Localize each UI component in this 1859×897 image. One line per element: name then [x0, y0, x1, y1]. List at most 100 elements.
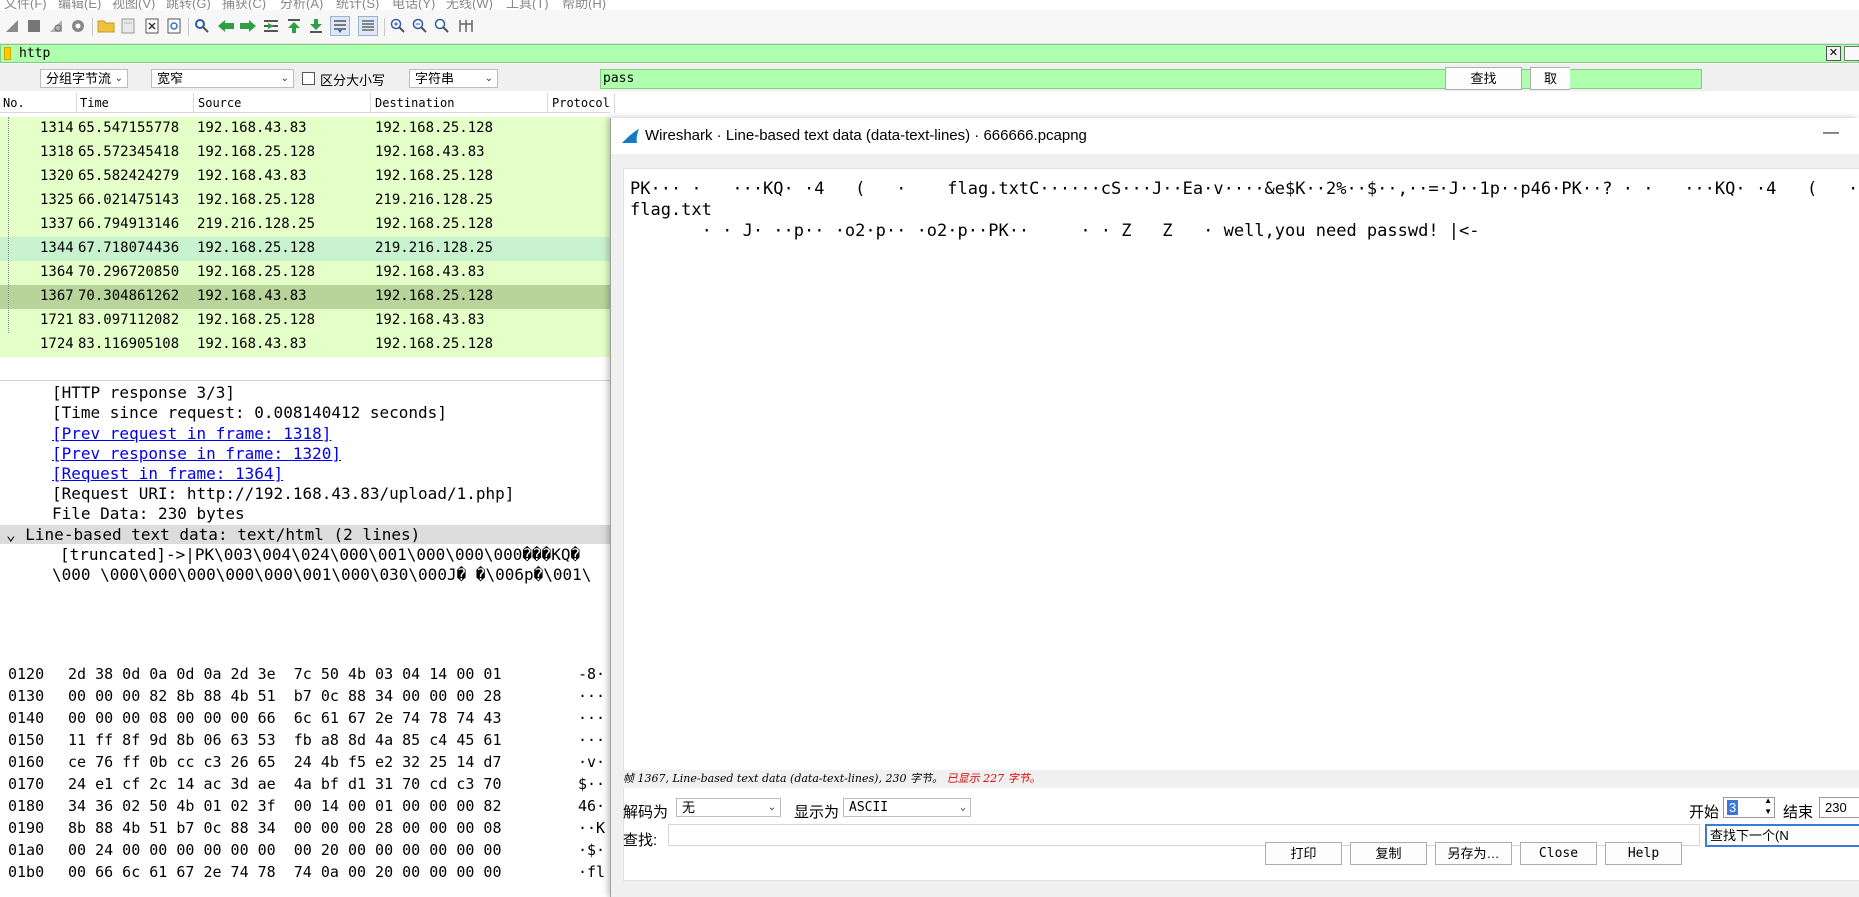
hex-row[interactable]: 01b0 00 66 6c 61 67 2e 74 78 74 0a 00 20 …	[0, 863, 610, 885]
filter-dropdown-icon[interactable]	[1844, 46, 1859, 61]
packet-row[interactable]: 1320 65.582424279 192.168.43.83 192.168.25.…	[0, 165, 610, 189]
detail-request-uri[interactable]: [Request URI: http://192.168.43.83/uploa…	[52, 484, 514, 503]
status-area: 帧 1367, Line-based text data (data-text-…	[623, 770, 1859, 788]
search-type-select[interactable]: 字符串 ⌄	[409, 69, 498, 88]
hex-offset: 01a0	[8, 841, 45, 859]
col-time[interactable]: Time	[80, 96, 109, 110]
menu-analyze[interactable]: 分析(A)	[280, 0, 323, 10]
hex-row[interactable]: 0120 2d 38 0d 0a 0d 0a 2d 3e 7c 50 4b 03 …	[0, 665, 610, 687]
col-source[interactable]: Source	[198, 96, 241, 110]
clear-filter-icon[interactable]: ✕	[1826, 46, 1841, 61]
detail-request-in-frame-link[interactable]: [Request in frame: 1364]	[52, 464, 283, 483]
detail-http-response[interactable]: [HTTP response 3/3]	[52, 383, 235, 402]
hex-row[interactable]: 0160 ce 76 ff 0b cc c3 26 65 24 4b f5 e2 …	[0, 753, 610, 775]
start-spinbox[interactable]: 3 ▲ ▼	[1723, 796, 1775, 818]
case-sensitive-checkbox[interactable]	[302, 72, 315, 85]
packet-row[interactable]: 1724 83.116905108 192.168.43.83 192.168.25.…	[0, 333, 610, 357]
minimize-icon[interactable]: —	[1816, 124, 1846, 142]
packet-row[interactable]: 1344 67.718074436 192.168.25.128 219.216.12…	[0, 237, 610, 261]
go-forward-icon[interactable]	[238, 16, 258, 36]
close-file-icon[interactable]	[142, 16, 162, 36]
menu-tools[interactable]: 工具(T)	[506, 0, 549, 10]
start-label: 开始	[1689, 804, 1720, 821]
go-to-packet-icon[interactable]	[261, 16, 281, 36]
open-folder-icon[interactable]	[96, 16, 116, 36]
display-filter-input[interactable]: http	[19, 46, 50, 61]
detail-line-based-text-section[interactable]: ⌄ Line-based text data: text/html (2 lin…	[0, 525, 610, 544]
reload-file-icon[interactable]	[164, 16, 184, 36]
menu-help[interactable]: 帮助(H)	[562, 0, 606, 10]
cancel-find-button[interactable]: 取	[1530, 67, 1570, 90]
hex-row[interactable]: 0150 11 ff 8f 9d 8b 06 63 53 fb a8 8d 4a …	[0, 731, 610, 753]
colorize-icon[interactable]	[358, 16, 378, 36]
menu-file[interactable]: 文件(F)	[4, 0, 47, 10]
hex-row[interactable]: 01a0 00 24 00 00 00 00 00 00 00 20 00 00 …	[0, 841, 610, 863]
zoom-in-icon[interactable]	[388, 16, 408, 36]
restart-capture-icon[interactable]	[46, 16, 66, 36]
close-button[interactable]: Close	[1520, 842, 1597, 865]
packet-source: 192.168.43.83	[197, 336, 307, 352]
menu-go[interactable]: 跳转(G)	[166, 0, 211, 10]
dialog-titlebar: Wireshark · Line-based text data (data-t…	[611, 118, 1859, 154]
stop-capture-icon[interactable]	[24, 16, 44, 36]
packet-row[interactable]: 1337 66.794913146 219.216.128.25 192.168.25…	[0, 213, 610, 237]
go-first-packet-icon[interactable]	[284, 16, 304, 36]
detail-truncated-line-1[interactable]: [truncated]->|PK\003\004\024\000\001\000…	[60, 545, 610, 564]
resize-columns-icon[interactable]	[456, 16, 476, 36]
menu-edit[interactable]: 编辑(E)	[58, 0, 101, 10]
hex-bytes: ce 76 ff 0b cc c3 26 65 24 4b f5 e2 32 2…	[68, 753, 502, 771]
detail-truncated-line-2[interactable]: \000 \000\000\000\000\000\001\000\030\00…	[52, 565, 610, 584]
search-in-select[interactable]: 分组字节流 ⌄	[40, 69, 128, 88]
zoom-out-icon[interactable]	[410, 16, 430, 36]
find-button[interactable]: 查找	[1445, 67, 1522, 90]
hex-row[interactable]: 0190 8b 88 4b 51 b7 0c 88 34 00 00 00 28 …	[0, 819, 610, 841]
show-as-select[interactable]: ASCII ⌄	[843, 798, 971, 817]
detail-prev-request-link[interactable]: [Prev request in frame: 1318]	[52, 424, 331, 443]
find-next-button[interactable]: 查找下一个(N	[1705, 824, 1859, 847]
packet-row[interactable]: 1364 70.296720850 192.168.25.128 192.168.43…	[0, 261, 610, 285]
zoom-normal-icon[interactable]	[432, 16, 452, 36]
packet-list: No. Time Source Destination Protocol 131…	[0, 93, 615, 357]
spin-down-icon[interactable]: ▼	[1764, 807, 1772, 816]
char-width-select[interactable]: 宽窄 ⌄	[151, 69, 294, 88]
hex-row[interactable]: 0180 34 36 02 50 4b 01 02 3f 00 14 00 01 …	[0, 797, 610, 819]
auto-scroll-icon[interactable]	[330, 16, 350, 36]
packet-row[interactable]: 1325 66.021475143 192.168.25.128 219.216.12…	[0, 189, 610, 213]
hex-row[interactable]: 0170 24 e1 cf 2c 14 ac 3d ae 4a bf d1 31 …	[0, 775, 610, 797]
end-spinbox[interactable]: 230	[1819, 797, 1859, 818]
menu-capture[interactable]: 捕获(C)	[222, 0, 266, 10]
col-destination[interactable]: Destination	[375, 96, 454, 110]
hex-row[interactable]: 0130 00 00 00 82 8b 88 4b 51 b7 0c 88 34 …	[0, 687, 610, 709]
col-no[interactable]: No.	[3, 96, 25, 110]
save-file-icon[interactable]	[118, 16, 138, 36]
filter-bookmark-icon[interactable]	[4, 47, 11, 60]
menu-telephony[interactable]: 电话(Y)	[392, 0, 435, 10]
detail-file-data[interactable]: File Data: 230 bytes	[52, 504, 245, 523]
menu-view[interactable]: 视图(V)	[112, 0, 155, 10]
help-button[interactable]: Help	[1605, 842, 1682, 865]
spin-up-icon[interactable]: ▲	[1764, 796, 1772, 805]
col-protocol[interactable]: Protocol	[552, 96, 610, 110]
menu-statistics[interactable]: 统计(S)	[336, 0, 379, 10]
hex-row[interactable]: 0140 00 00 00 08 00 00 00 66 6c 61 67 2e …	[0, 709, 610, 731]
hex-bytes: 24 e1 cf 2c 14 ac 3d ae 4a bf d1 31 70 c…	[68, 775, 502, 793]
go-last-packet-icon[interactable]	[306, 16, 326, 36]
print-button[interactable]: 打印	[1265, 842, 1342, 865]
packet-row[interactable]: 1314 65.547155778 192.168.43.83 192.168.25.…	[0, 117, 610, 141]
copy-button[interactable]: 复制	[1350, 842, 1427, 865]
capture-options-icon[interactable]	[68, 16, 88, 36]
packet-row[interactable]: 1318 65.572345418 192.168.25.128 192.168.43…	[0, 141, 610, 165]
show-as-label: 显示为	[794, 804, 840, 821]
go-back-icon[interactable]	[216, 16, 236, 36]
find-packet-icon[interactable]	[192, 16, 212, 36]
menu-wireless[interactable]: 无线(W)	[446, 0, 493, 10]
hex-offset: 0140	[8, 709, 45, 727]
detail-time-since-request[interactable]: [Time since request: 0.008140412 seconds…	[52, 403, 447, 422]
shark-fin-start-icon[interactable]	[2, 16, 22, 36]
decode-as-select[interactable]: 无 ⌄	[676, 798, 781, 817]
packet-row[interactable]: 1721 83.097112082 192.168.25.128 192.168.43…	[0, 309, 610, 333]
save-as-button[interactable]: 另存为…	[1435, 842, 1512, 865]
detail-prev-response-link[interactable]: [Prev response in frame: 1320]	[52, 444, 341, 463]
packet-row[interactable]: 1367 70.304861262 192.168.43.83 192.168.25.…	[0, 285, 610, 309]
chevron-down-icon[interactable]: ⌄	[6, 525, 16, 544]
